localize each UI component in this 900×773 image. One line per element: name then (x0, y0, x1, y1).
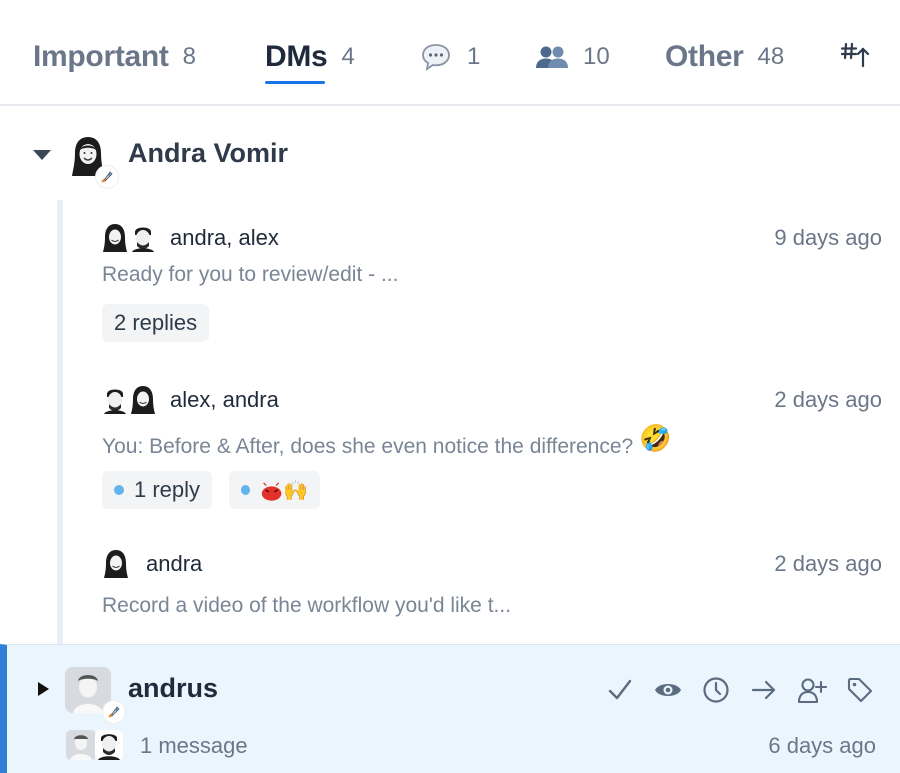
participant-avatars (65, 729, 125, 761)
tag-icon[interactable] (845, 675, 875, 705)
rocket-icon (96, 166, 118, 188)
dm-group-header[interactable]: Andra Vomir (0, 120, 900, 190)
thread-item[interactable]: andra, alex 9 days ago Ready for you to … (63, 200, 900, 360)
avatar (104, 550, 128, 578)
tab-threads[interactable]: 1 (419, 34, 480, 80)
thread-snippet: Record a video of the workflow you'd lik… (102, 594, 512, 617)
clock-icon[interactable] (701, 675, 731, 705)
thread-time: 2 days ago (774, 387, 882, 412)
reaction-button[interactable]: 🙌 (229, 471, 320, 509)
unread-dot (241, 485, 250, 495)
replies-button[interactable]: 2 replies (102, 304, 210, 342)
thread-participants: andra, alex (170, 225, 279, 250)
speech-bubble-icon (419, 42, 453, 72)
tab-label: DMs (265, 40, 328, 73)
tab-bar: Important 8 DMs 4 1 10 Other 48 (0, 0, 900, 106)
reply-label: 1 reply (134, 477, 201, 502)
participant-avatars (101, 222, 157, 252)
avatar (68, 133, 118, 188)
tab-important[interactable]: Important 8 (33, 34, 196, 80)
group-name: andrus (128, 673, 219, 703)
tab-groups[interactable]: 10 (535, 34, 610, 80)
group-name: Andra Vomir (128, 138, 289, 168)
avatar (65, 667, 125, 723)
tab-count: 10 (583, 43, 610, 70)
thread-item[interactable]: andra 2 days ago Record a video of the w… (63, 526, 900, 644)
thread-time: 9 days ago (774, 225, 882, 250)
thread-time: 6 days ago (768, 733, 876, 758)
thread-snippet: You: Before & After, does she even notic… (102, 423, 671, 460)
tab-other[interactable]: Other 48 (665, 34, 784, 80)
tab-label: Other (665, 40, 744, 73)
tab-count: 8 (182, 43, 196, 70)
thread-time: 2 days ago (774, 551, 882, 576)
message-count: 1 message (140, 733, 248, 758)
add-user-icon[interactable] (797, 675, 827, 705)
laughing-emoji: 🤣 (639, 423, 672, 453)
thread-participants: alex, andra (170, 387, 279, 412)
row-actions (605, 675, 875, 705)
dm-group-selected[interactable]: andrus 1 message 6 days ago (0, 644, 900, 773)
thread-item[interactable]: alex, andra 2 days ago You: Before & Aft… (63, 360, 900, 526)
reply-button[interactable]: 1 reply (102, 471, 213, 509)
arrow-right-icon[interactable] (749, 675, 779, 705)
unread-dot (114, 485, 124, 495)
avatar (66, 730, 123, 760)
tab-count: 4 (341, 43, 355, 70)
tab-label: Important (33, 40, 169, 73)
replies-label: 2 replies (114, 310, 198, 335)
avatar (102, 386, 155, 414)
check-icon[interactable] (605, 675, 635, 705)
thread-list: andra, alex 9 days ago Ready for you to … (57, 200, 900, 644)
participant-avatars (101, 384, 157, 414)
rocket-icon (103, 701, 125, 723)
snippet-text: You: Before & After, does she even notic… (102, 435, 640, 458)
tab-count: 48 (757, 43, 785, 70)
avatar (103, 224, 156, 252)
angry-face-icon (261, 482, 282, 501)
thread-participants: andra (146, 551, 203, 576)
people-icon (535, 42, 569, 72)
tab-dms[interactable]: DMs 4 (265, 34, 355, 84)
participant-avatars (101, 548, 131, 578)
hash-sort-up-icon[interactable] (840, 40, 872, 72)
eye-icon[interactable] (653, 675, 683, 705)
raising-hands-emoji: 🙌 (283, 479, 308, 502)
thread-snippet: Ready for you to review/edit - ... (102, 263, 399, 286)
tab-count: 1 (467, 43, 481, 70)
caret-right-icon[interactable] (35, 681, 51, 697)
caret-down-icon[interactable] (32, 145, 52, 165)
